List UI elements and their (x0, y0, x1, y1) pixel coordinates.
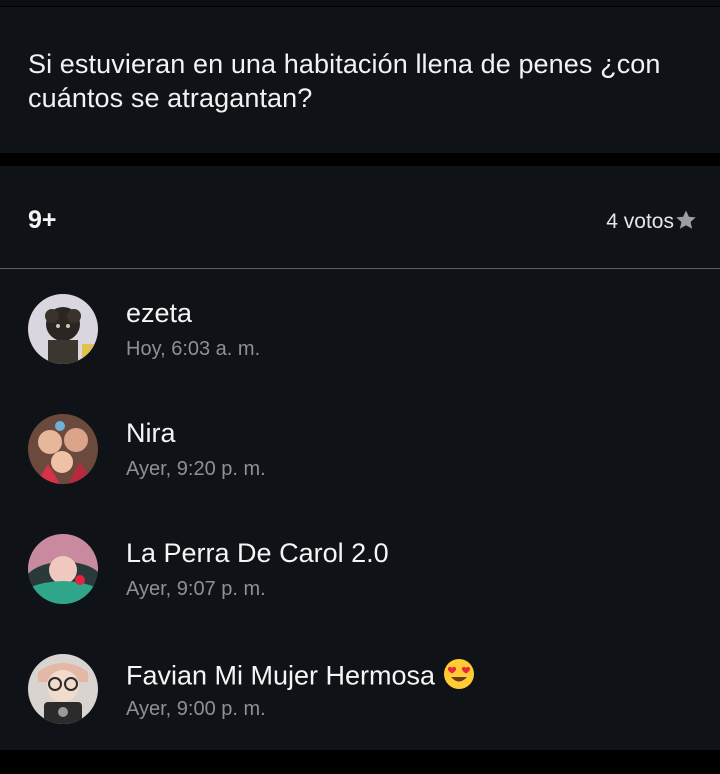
voter-name: Favian Mi Mujer Hermosa (126, 658, 475, 697)
section-gap (0, 153, 720, 166)
voter-time: Ayer, 9:00 p. m. (126, 698, 266, 720)
option-label: 9+ (28, 206, 57, 234)
voter-name: Nira (126, 418, 176, 448)
avatar-nira[interactable] (28, 414, 98, 484)
voter-row[interactable]: ezeta Hoy, 6:03 a. m. (0, 294, 720, 414)
voter-row[interactable]: Favian Mi Mujer Hermosa Ayer, 9:00 p. m. (0, 654, 720, 774)
voter-time: Ayer, 9:07 p. m. (126, 578, 266, 600)
poll-option-row[interactable]: 9+ 4 votos (0, 166, 720, 269)
vote-count: 4 votos (606, 210, 674, 233)
voter-row[interactable]: La Perra De Carol 2.0 Ayer, 9:07 p. m. (0, 534, 720, 654)
voter-time: Ayer, 9:20 p. m. (126, 458, 266, 480)
heart-eyes-emoji (443, 658, 475, 697)
avatar-favian[interactable] (28, 654, 98, 724)
question-text: Si estuvieran en una habitación llena de… (28, 49, 661, 113)
avatar-ezeta[interactable] (28, 294, 98, 364)
question-card: Si estuvieran en una habitación llena de… (0, 7, 720, 153)
voter-name: ezeta (126, 298, 193, 328)
divider (0, 268, 720, 269)
voter-name: La Perra De Carol 2.0 (126, 538, 389, 568)
voter-time: Hoy, 6:03 a. m. (126, 338, 261, 360)
answers-card: 9+ 4 votos ezeta Hoy, 6:03 a. m. Nira Ay… (0, 166, 720, 750)
voter-row[interactable]: Nira Ayer, 9:20 p. m. (0, 414, 720, 534)
star-icon[interactable] (674, 208, 698, 232)
avatar-carol[interactable] (28, 534, 98, 604)
top-strip (0, 0, 720, 6)
